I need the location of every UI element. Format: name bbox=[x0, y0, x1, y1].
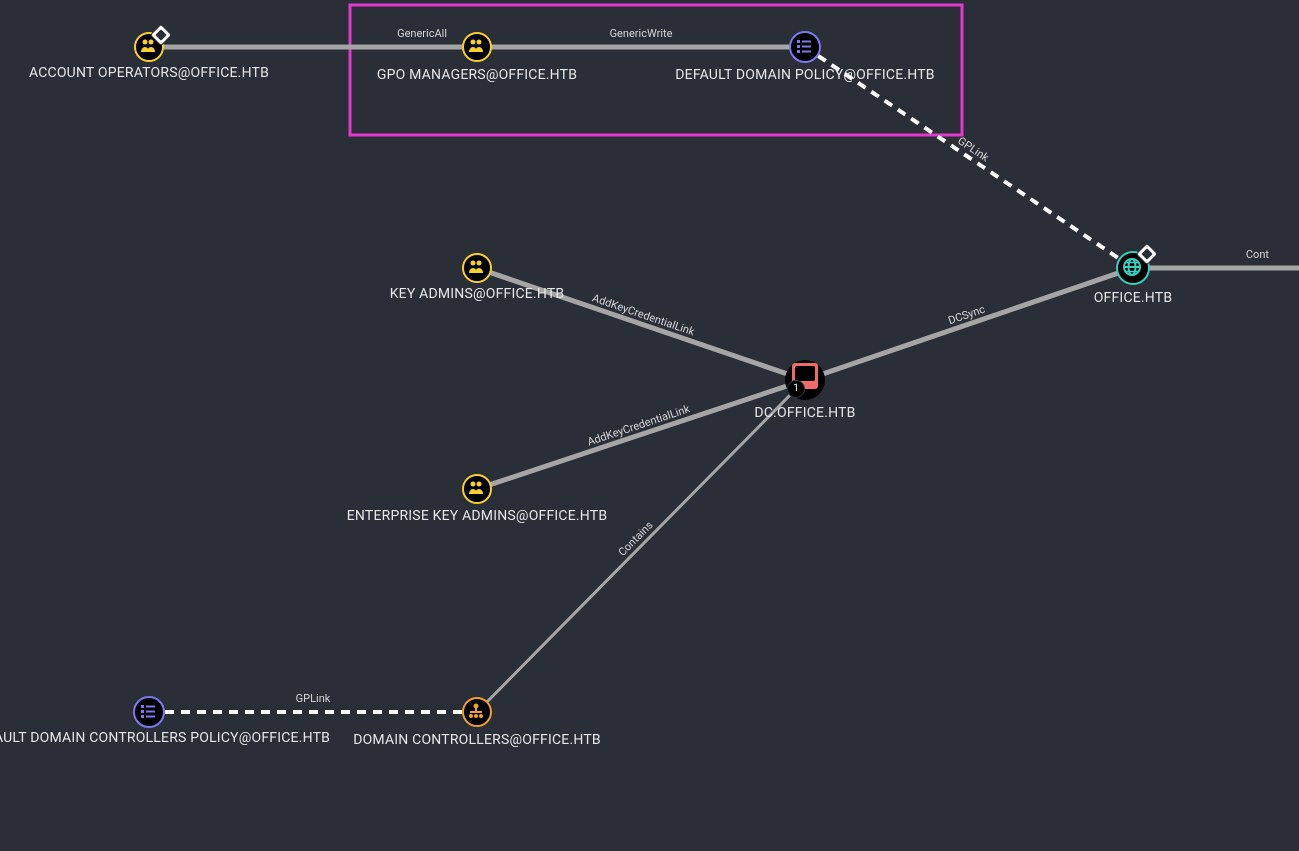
node-dc[interactable]: 1 bbox=[785, 360, 825, 400]
count-badge: 1 bbox=[787, 380, 805, 398]
edge-label-domain_out: Cont bbox=[1246, 248, 1270, 261]
node-label-gpo_managers: GPO MANAGERS@OFFICE.HTB bbox=[377, 67, 577, 83]
computer-icon: 1 bbox=[785, 360, 825, 400]
node-default_dc_policy[interactable] bbox=[133, 696, 165, 728]
node-enterprise_key_admins[interactable] bbox=[462, 474, 492, 504]
edge-label-ao_to_gpomgrs: GenericAll bbox=[397, 27, 447, 40]
edge-keyadmins_to_dc[interactable] bbox=[477, 268, 805, 380]
edge-label-gpomgrs_to_ddp: GenericWrite bbox=[610, 27, 673, 40]
node-label-dc: DC.OFFICE.HTB bbox=[754, 405, 855, 421]
users-icon bbox=[462, 253, 492, 283]
node-label-account_operators: ACCOUNT OPERATORS@OFFICE.HTB bbox=[29, 65, 269, 81]
users-icon bbox=[462, 474, 492, 504]
graph-canvas[interactable]: GenericAll GenericWrite GPLink AddKeyCreden… bbox=[0, 0, 1299, 851]
node-office_domain[interactable] bbox=[1116, 251, 1150, 285]
edge-label-keyadmins_to_dc: AddKeyCredentialLink bbox=[591, 291, 697, 338]
edges-layer bbox=[149, 47, 1299, 712]
edge-label-ddp_to_domain: GPLink bbox=[955, 134, 991, 164]
edge-label-ddcpolicy_to_domctrls: GPLink bbox=[296, 692, 331, 705]
node-label-office_domain: OFFICE.HTB bbox=[1094, 290, 1173, 306]
users-icon bbox=[134, 32, 164, 62]
edge-entkeyadmins_to_dc[interactable] bbox=[477, 380, 805, 489]
node-label-default_domain_policy: DEFAULT DOMAIN POLICY@OFFICE.HTB bbox=[675, 67, 934, 83]
list-icon bbox=[789, 31, 821, 63]
node-label-domain_controllers: DOMAIN CONTROLLERS@OFFICE.HTB bbox=[353, 732, 601, 748]
users-icon bbox=[462, 32, 492, 62]
edge-dc_to_domain[interactable] bbox=[805, 268, 1133, 380]
node-key_admins[interactable] bbox=[462, 253, 492, 283]
graph-svg: GenericAll GenericWrite GPLink AddKeyCreden… bbox=[0, 0, 1299, 851]
node-domain_controllers[interactable] bbox=[462, 697, 492, 727]
node-gpo_managers[interactable] bbox=[462, 32, 492, 62]
org-unit-icon bbox=[462, 697, 492, 727]
list-icon bbox=[133, 696, 165, 728]
edge-labels-layer: GenericAll GenericWrite GPLink AddKeyCreden… bbox=[296, 27, 1270, 705]
globe-icon bbox=[1116, 251, 1150, 285]
node-default_domain_policy[interactable] bbox=[789, 31, 821, 63]
node-account_operators[interactable] bbox=[134, 32, 164, 62]
node-label-default_dc_policy: AULT DOMAIN CONTROLLERS POLICY@OFFICE.HT… bbox=[0, 730, 330, 746]
node-label-enterprise_key_admins: ENTERPRISE KEY ADMINS@OFFICE.HTB bbox=[347, 508, 607, 524]
node-label-key_admins: KEY ADMINS@OFFICE.HTB bbox=[390, 286, 565, 302]
